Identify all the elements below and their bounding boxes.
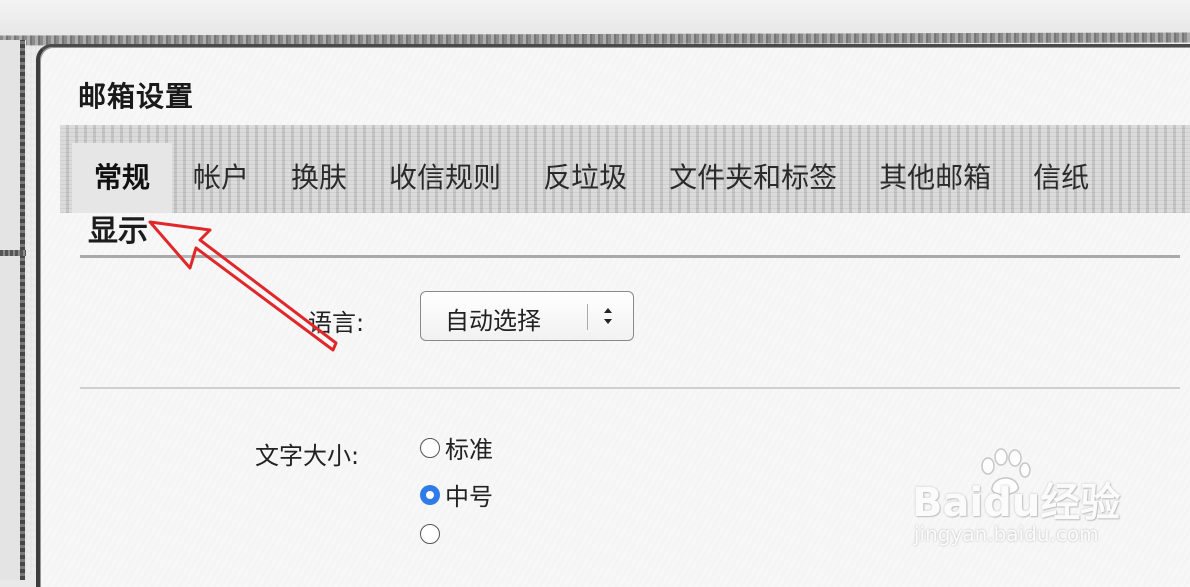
left-frame-notch xyxy=(0,250,26,256)
select-separator xyxy=(587,304,588,330)
language-select-value: 自动选择 xyxy=(445,307,541,335)
row-divider xyxy=(80,387,1180,389)
font-size-label: 文字大小: xyxy=(255,442,360,470)
radio-unchecked-icon[interactable] xyxy=(420,437,440,458)
radio-checked-icon[interactable] xyxy=(420,484,440,505)
language-label: 语言: xyxy=(308,309,365,337)
left-frame xyxy=(0,40,26,580)
font-size-option-partial[interactable] xyxy=(420,524,445,544)
tab-bar: 常规 帐户 换肤 收信规则 反垃圾 文件夹和标签 其他邮箱 信纸 xyxy=(60,125,1190,213)
watermark-brand: Baidu经验 xyxy=(912,480,1121,526)
tab-stationery[interactable]: 信纸 xyxy=(1012,143,1110,213)
language-select[interactable]: 自动选择 xyxy=(420,291,634,341)
tab-account[interactable]: 帐户 xyxy=(172,143,270,213)
radio-unchecked-icon[interactable] xyxy=(420,524,440,544)
font-size-option-label: 标准 xyxy=(445,436,493,464)
watermark-url: jingyan.baidu.com xyxy=(914,522,1099,546)
left-frame-bar xyxy=(20,40,25,580)
font-size-option-medium[interactable]: 中号 xyxy=(420,477,493,512)
font-size-option-standard[interactable]: 标准 xyxy=(420,430,493,465)
tab-other-mailboxes[interactable]: 其他邮箱 xyxy=(858,143,1012,213)
tab-skin[interactable]: 换肤 xyxy=(270,143,368,213)
page-title: 邮箱设置 xyxy=(78,80,195,113)
section-divider xyxy=(80,255,1180,258)
font-size-option-label: 中号 xyxy=(445,483,493,511)
section-title-display: 显示 xyxy=(88,214,148,249)
tab-list: 常规 帐户 换肤 收信规则 反垃圾 文件夹和标签 其他邮箱 信纸 xyxy=(72,143,1110,213)
updown-chevron-icon xyxy=(604,308,612,324)
watermark: Baidu经验 jingyan.baidu.com xyxy=(912,448,1142,548)
tab-anti-spam[interactable]: 反垃圾 xyxy=(522,143,648,213)
tab-general[interactable]: 常规 xyxy=(72,143,173,213)
tab-folders-labels[interactable]: 文件夹和标签 xyxy=(648,143,858,213)
tab-inbox-rules[interactable]: 收信规则 xyxy=(368,143,522,213)
